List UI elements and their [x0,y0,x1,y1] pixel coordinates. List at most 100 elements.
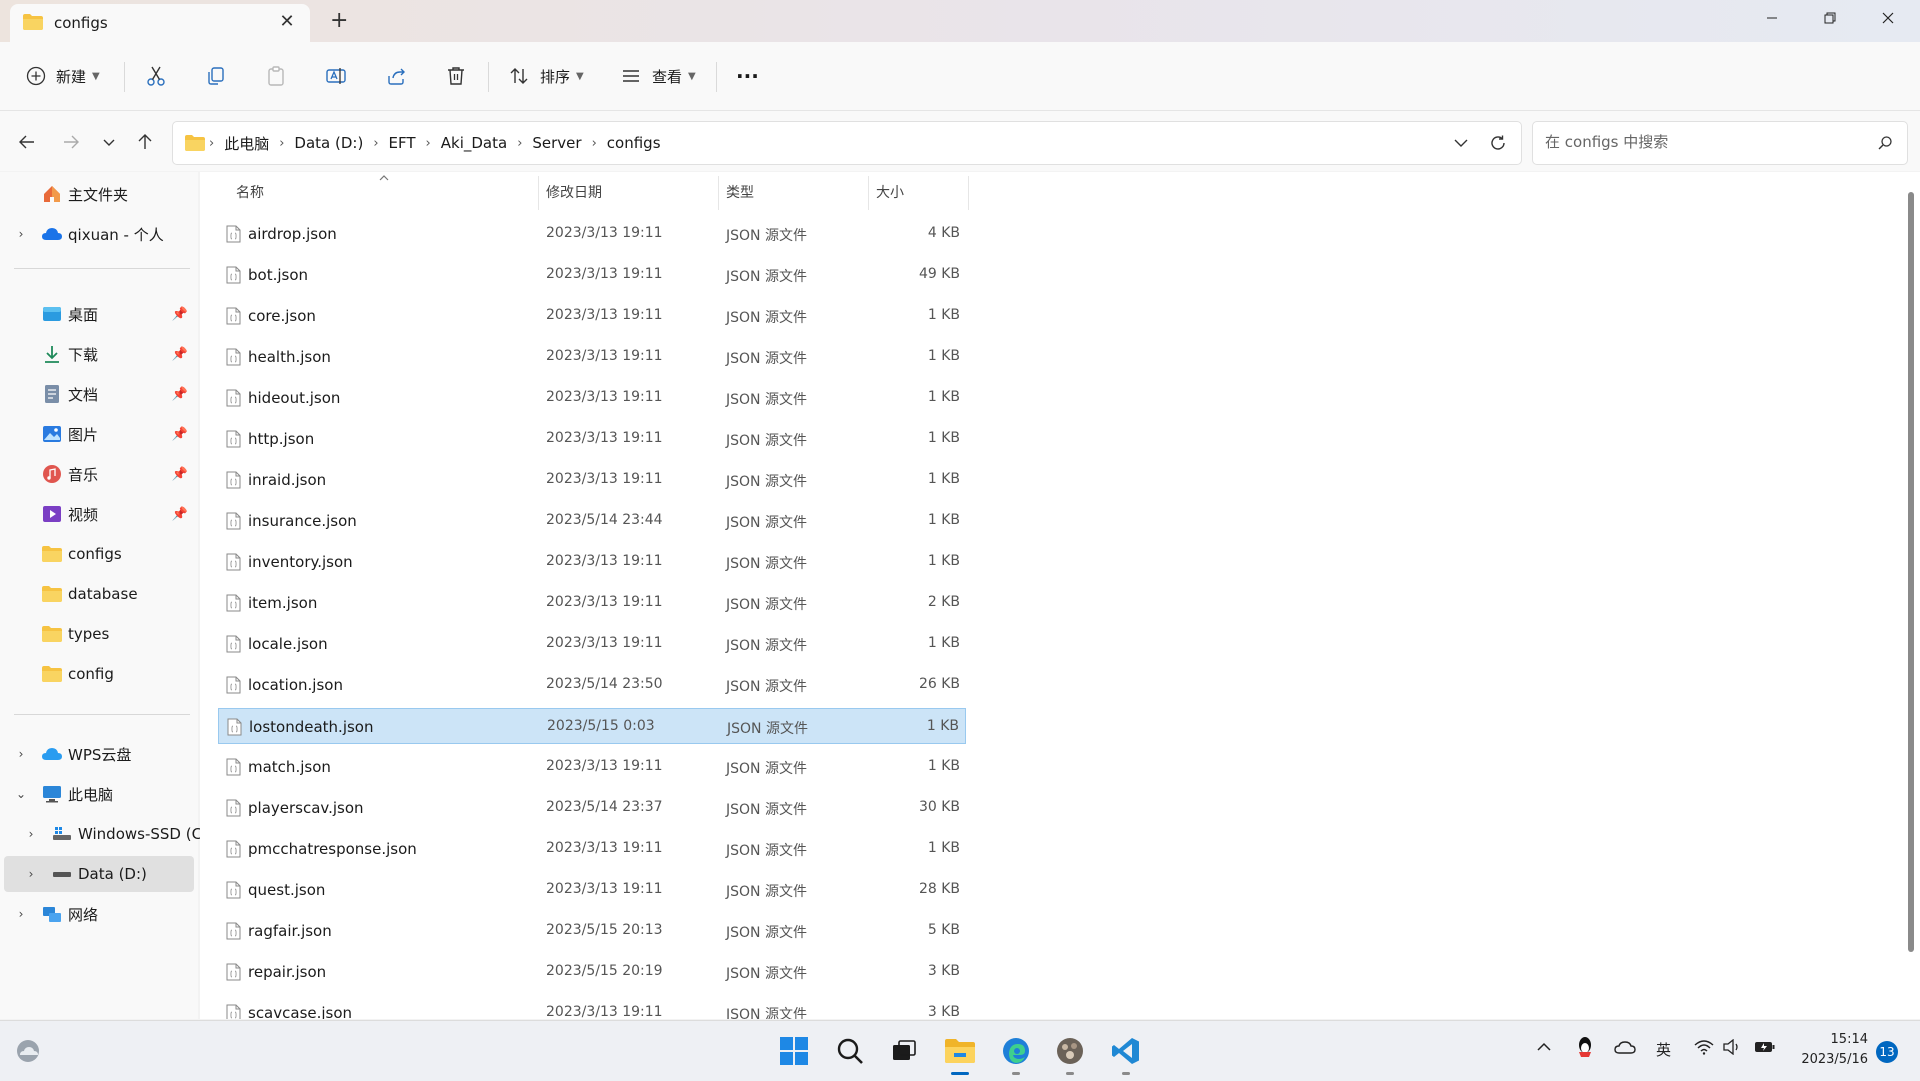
chevron-right-icon[interactable]: › [14,227,28,241]
restore-button[interactable] [1801,0,1859,38]
sidebar-item-drive-d[interactable]: › Data (D:) [4,856,194,892]
breadcrumb-item[interactable]: EFT [383,134,422,152]
file-row[interactable]: quest.json 2023/3/13 19:11 JSON 源文件 28 KB [218,872,966,908]
tab-close-icon[interactable]: ✕ [276,11,298,33]
sidebar-item-wps[interactable]: › WPS云盘 [4,736,194,772]
file-row[interactable]: core.json 2023/3/13 19:11 JSON 源文件 1 KB [218,298,966,334]
column-divider[interactable] [868,176,869,210]
pin-icon[interactable]: 📌 [172,427,188,442]
chevron-right-icon[interactable]: › [205,136,218,151]
file-row[interactable]: inventory.json 2023/3/13 19:11 JSON 源文件 1 K… [218,544,966,580]
file-row[interactable]: match.json 2023/3/13 19:11 JSON 源文件 1 KB [218,749,966,785]
sidebar-item-types[interactable]: types [4,616,194,652]
edge-button[interactable] [996,1031,1036,1075]
column-header-date[interactable]: 修改日期 [546,172,602,212]
chevron-right-icon[interactable]: › [369,136,382,151]
file-row[interactable]: repair.json 2023/5/15 20:19 JSON 源文件 3 KB [218,954,966,990]
sidebar-item-onedrive[interactable]: › qixuan - 个人 [4,216,194,252]
wifi-tray-button[interactable] [1694,1039,1714,1059]
vscode-button[interactable] [1106,1031,1146,1075]
chevron-right-icon[interactable]: › [422,136,435,151]
file-row[interactable]: airdrop.json 2023/3/13 19:11 JSON 源文件 4 KB [218,216,966,252]
chevron-right-icon[interactable]: › [513,136,526,151]
paste-button[interactable] [265,58,287,94]
sidebar-item-config[interactable]: config [4,656,194,692]
file-row[interactable]: inraid.json 2023/3/13 19:11 JSON 源文件 1 KB [218,462,966,498]
sidebar-item-configs[interactable]: configs [4,536,194,572]
column-divider[interactable] [538,176,539,210]
column-header-type[interactable]: 类型 [726,172,754,212]
notification-badge[interactable]: 13 [1876,1041,1898,1063]
sidebar-item-videos[interactable]: 视频 📌 [4,496,194,532]
delete-button[interactable] [445,58,467,94]
ime-indicator[interactable]: 英 [1656,1039,1671,1060]
breadcrumb-item[interactable]: 此电脑 [218,133,275,154]
cut-button[interactable] [145,58,167,94]
minimize-button[interactable] [1743,0,1801,38]
task-view-button[interactable] [884,1031,924,1071]
file-row[interactable]: locale.json 2023/3/13 19:11 JSON 源文件 1 KB [218,626,966,662]
address-history-chevron-icon[interactable] [1453,135,1469,151]
column-divider[interactable] [968,176,969,210]
copy-button[interactable] [205,58,227,94]
file-row[interactable]: item.json 2023/3/13 19:11 JSON 源文件 2 KB [218,585,966,621]
recent-locations-button[interactable] [94,127,124,157]
new-tab-button[interactable]: + [330,10,348,32]
chevron-right-icon[interactable]: › [275,136,288,151]
share-button[interactable] [385,58,407,94]
qq-tray-button[interactable] [1576,1036,1594,1062]
file-row[interactable]: scavcase.json 2023/3/13 19:11 JSON 源文件 3 KB [218,995,966,1019]
file-row[interactable]: playerscav.json 2023/5/14 23:37 JSON 源文件 30… [218,790,966,826]
pin-icon[interactable]: 📌 [172,347,188,362]
onedrive-tray-button[interactable] [1614,1039,1636,1059]
back-button[interactable] [12,127,42,157]
sidebar-item-desktop[interactable]: 桌面 📌 [4,296,194,332]
sidebar-item-thispc[interactable]: ⌄ 此电脑 [4,776,194,812]
sidebar-item-pictures[interactable]: 图片 📌 [4,416,194,452]
file-row[interactable]: hideout.json 2023/3/13 19:11 JSON 源文件 1 KB [218,380,966,416]
column-divider[interactable] [718,176,719,210]
file-row[interactable]: ragfair.json 2023/5/15 20:13 JSON 源文件 5 KB [218,913,966,949]
file-row[interactable]: health.json 2023/3/13 19:11 JSON 源文件 1 KB [218,339,966,375]
view-button[interactable]: 查看 ▼ [620,58,696,94]
address-bar[interactable]: › 此电脑 › Data (D:) › EFT › Aki_Data › Ser… [172,121,1522,165]
sidebar-item-downloads[interactable]: 下载 📌 [4,336,194,372]
tab-configs[interactable]: configs ✕ [10,4,310,42]
file-row[interactable]: http.json 2023/3/13 19:11 JSON 源文件 1 KB [218,421,966,457]
search-icon[interactable] [1877,135,1893,151]
chevron-right-icon[interactable]: › [24,867,38,881]
column-header-size[interactable]: 大小 [876,172,904,212]
sidebar-item-drive-c[interactable]: › Windows-SSD (C [4,816,202,852]
close-button[interactable] [1859,0,1917,38]
refresh-icon[interactable] [1489,134,1507,152]
vertical-scrollbar[interactable] [1908,192,1914,952]
sidebar-item-database[interactable]: database [4,576,194,612]
pin-icon[interactable]: 📌 [172,467,188,482]
file-row[interactable]: location.json 2023/5/14 23:50 JSON 源文件 26 K… [218,667,966,703]
breadcrumb-item[interactable]: Server [526,134,587,152]
forward-button[interactable] [56,127,86,157]
volume-tray-button[interactable] [1722,1038,1742,1059]
file-explorer-button[interactable] [940,1031,980,1075]
sidebar-item-documents[interactable]: 文档 📌 [4,376,194,412]
breadcrumb-item[interactable]: Aki_Data [435,134,513,152]
sort-button[interactable]: 排序 ▼ [508,58,584,94]
breadcrumb-item[interactable]: configs [601,134,667,152]
rename-button[interactable] [325,58,347,94]
file-row[interactable]: pmcchatresponse.json 2023/3/13 19:11 JSON … [218,831,966,867]
file-row[interactable]: lostondeath.json 2023/5/15 0:03 JSON 源文件 1 … [218,708,966,744]
file-row[interactable]: bot.json 2023/3/13 19:11 JSON 源文件 49 KB [218,257,966,293]
new-button[interactable]: 新建 ▼ [26,58,100,94]
sidebar-item-home[interactable]: 主文件夹 [4,176,194,212]
pin-icon[interactable]: 📌 [172,507,188,522]
chevron-right-icon[interactable]: › [588,136,601,151]
clock[interactable]: 15:14 2023/5/16 [1792,1030,1868,1070]
show-hidden-icons-button[interactable] [1536,1039,1552,1059]
app-button[interactable] [1050,1031,1090,1075]
start-button[interactable] [774,1031,814,1071]
widgets-button[interactable] [8,1031,48,1071]
chevron-right-icon[interactable]: › [24,827,38,841]
more-options-button[interactable]: ··· [736,58,759,94]
file-row[interactable]: insurance.json 2023/5/14 23:44 JSON 源文件 1 K… [218,503,966,539]
column-header-name[interactable]: 名称 [236,172,264,212]
